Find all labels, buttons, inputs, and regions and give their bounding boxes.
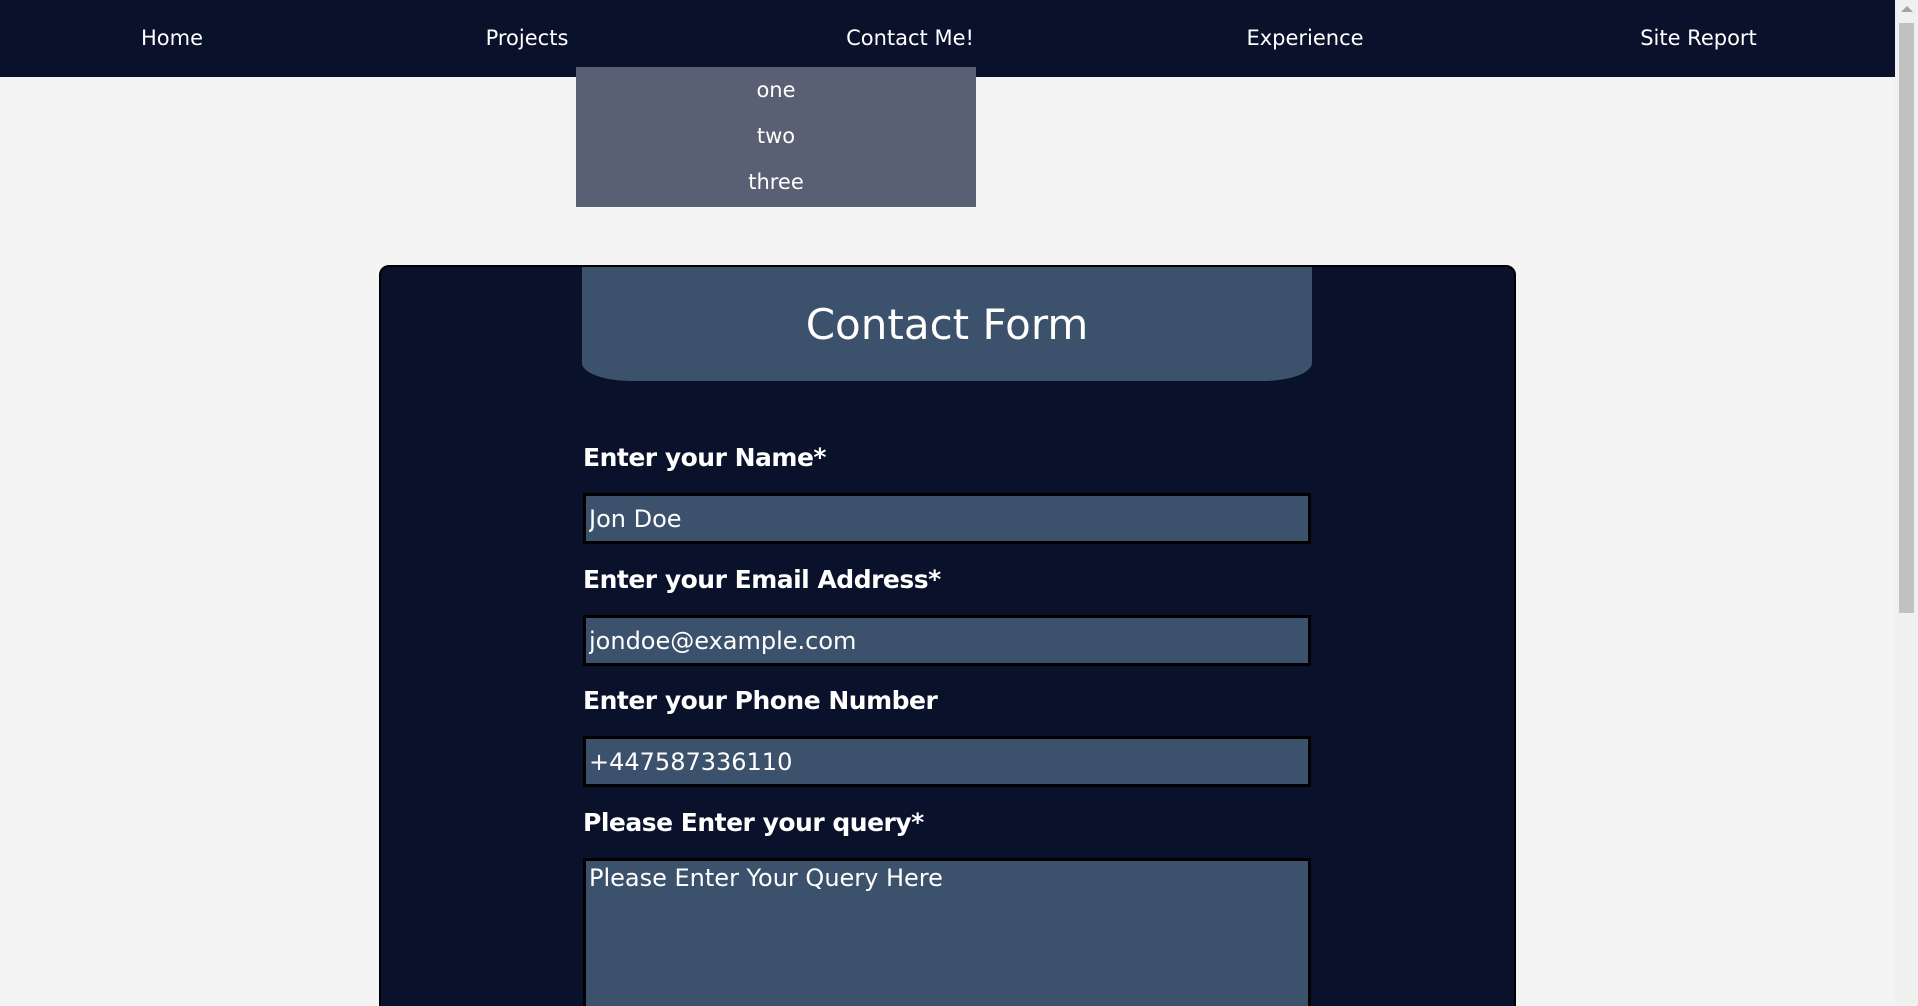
scrollbar-thumb[interactable]	[1899, 23, 1914, 613]
scroll-up-arrow-icon[interactable]	[1901, 6, 1913, 12]
name-input[interactable]	[583, 493, 1311, 544]
dropdown-item-two[interactable]: two	[576, 113, 976, 159]
page: Home Projects Contact Me! Experience Sit…	[0, 0, 1918, 1006]
nav-experience-link[interactable]: Experience	[1230, 0, 1380, 77]
query-textarea[interactable]	[583, 858, 1311, 1006]
phone-input[interactable]	[583, 736, 1311, 787]
projects-dropdown-menu: one two three	[576, 67, 976, 207]
form-title: Contact Form	[582, 267, 1312, 381]
query-label: Please Enter your query*	[583, 808, 924, 837]
dropdown-item-one[interactable]: one	[576, 67, 976, 113]
nav-site-report-link[interactable]: Site Report	[1620, 0, 1777, 77]
name-label: Enter your Name*	[583, 443, 827, 472]
nav-contact-link[interactable]: Contact Me!	[820, 0, 1000, 77]
email-label: Enter your Email Address*	[583, 565, 941, 594]
dropdown-item-three[interactable]: three	[576, 159, 976, 205]
nav-projects-link[interactable]: Projects	[460, 0, 594, 77]
phone-label: Enter your Phone Number	[583, 686, 938, 715]
nav-home-link[interactable]: Home	[100, 0, 244, 77]
vertical-scrollbar[interactable]	[1895, 0, 1918, 1006]
email-input[interactable]	[583, 615, 1311, 666]
top-navbar: Home Projects Contact Me! Experience Sit…	[0, 0, 1895, 77]
